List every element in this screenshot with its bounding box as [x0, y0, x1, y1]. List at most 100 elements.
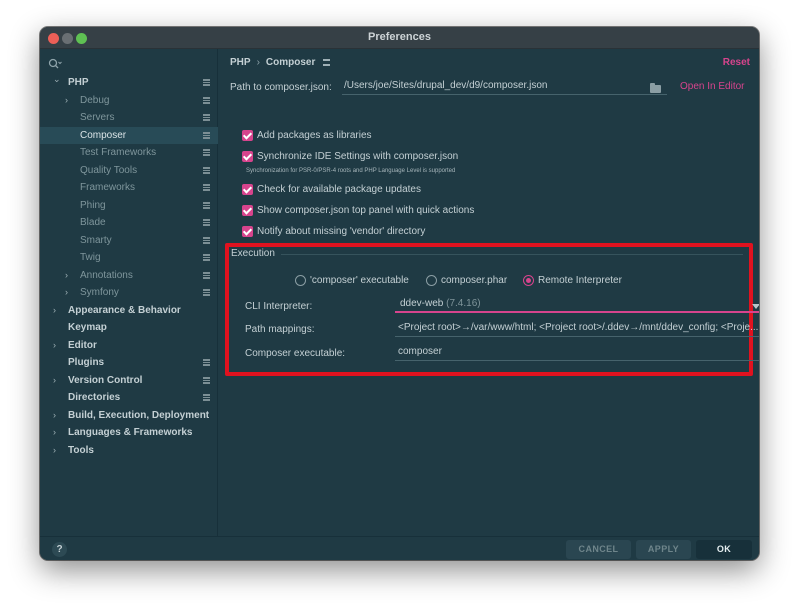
- chevron-right-icon[interactable]: ›: [53, 337, 56, 354]
- apply-button[interactable]: APPLY: [636, 540, 691, 559]
- sidebar-item-twig[interactable]: Twig: [40, 249, 218, 266]
- project-settings-icon: [203, 149, 210, 156]
- window-title: Preferences: [368, 31, 431, 43]
- composer-option-label: Check for available package updates: [257, 184, 421, 195]
- ok-button[interactable]: OK: [696, 540, 752, 559]
- checkbox-checked-icon[interactable]: [242, 130, 253, 141]
- preferences-window: Preferences ⌄ PHP › Debug Servers Composer Tes…: [40, 27, 759, 560]
- sidebar-item-composer[interactable]: Composer: [40, 126, 218, 144]
- chevron-right-icon[interactable]: ›: [53, 302, 56, 319]
- composer-json-path-input[interactable]: /Users/joe/Sites/drupal_dev/d9/composer.…: [342, 77, 667, 95]
- sidebar-item-build-execution-deployment[interactable]: › Build, Execution, Deployment: [40, 407, 218, 424]
- checkbox-checked-icon[interactable]: [242, 226, 253, 237]
- project-settings-icon: [203, 271, 210, 279]
- project-settings-icon: [203, 131, 210, 139]
- breadcrumb-php[interactable]: PHP: [230, 57, 251, 68]
- execution-mode-radio[interactable]: 'composer' executable: [295, 274, 425, 288]
- browse-folder-icon[interactable]: [650, 83, 661, 93]
- title-bar: Preferences: [40, 27, 759, 49]
- execution-divider: [281, 254, 743, 255]
- chevron-right-icon[interactable]: ›: [65, 92, 68, 109]
- composer-option-label: Add packages as libraries: [257, 130, 372, 141]
- checkbox-checked-icon[interactable]: [242, 205, 253, 216]
- sidebar-item-phing[interactable]: Phing: [40, 197, 218, 214]
- project-settings-icon: [203, 359, 210, 366]
- execution-mode-label: composer.phar: [441, 275, 508, 286]
- checkbox-checked-icon[interactable]: [242, 184, 253, 195]
- breadcrumb: PHP › Composer: [230, 57, 331, 68]
- settings-search-input[interactable]: [46, 55, 212, 73]
- sidebar-item-label: Appearance & Behavior: [68, 304, 181, 316]
- project-settings-icon: [203, 184, 210, 191]
- chevron-down-icon[interactable]: [752, 304, 759, 309]
- sidebar-item-symfony[interactable]: › Symfony: [40, 284, 218, 301]
- chevron-right-icon[interactable]: ›: [53, 372, 56, 389]
- chevron-right-icon[interactable]: ›: [53, 407, 56, 424]
- sidebar-item-tools[interactable]: › Tools: [40, 442, 218, 459]
- path-mappings-label: Path mappings:: [245, 324, 315, 335]
- chevron-right-icon[interactable]: ›: [53, 442, 56, 459]
- sidebar-item-directories[interactable]: Directories: [40, 389, 218, 406]
- sidebar-item-label: Servers: [80, 112, 115, 123]
- radio-selected-icon[interactable]: [523, 275, 534, 286]
- execution-mode-label: Remote Interpreter: [538, 275, 622, 286]
- project-settings-icon: [203, 166, 210, 174]
- sidebar-item-plugins[interactable]: Plugins: [40, 354, 218, 371]
- sidebar-item-label: Symfony: [80, 287, 119, 298]
- sidebar-item-label: Smarty: [80, 234, 112, 246]
- composer-option-label: Notify about missing 'vendor' directory: [257, 226, 426, 237]
- sidebar-item-frameworks[interactable]: Frameworks: [40, 179, 218, 196]
- composer-option-checkbox[interactable]: Check for available package updates: [242, 183, 542, 199]
- sidebar-item-annotations[interactable]: › Annotations: [40, 267, 218, 284]
- sidebar-item-label: Phing: [80, 199, 106, 211]
- sidebar-item-label: Quality Tools: [80, 164, 138, 176]
- sidebar-item-label: Twig: [80, 252, 101, 263]
- open-in-editor-link[interactable]: Open In Editor: [680, 81, 744, 92]
- sidebar-item-php[interactable]: ⌄ PHP: [40, 74, 218, 91]
- sidebar-item-smarty[interactable]: Smarty: [40, 232, 218, 249]
- project-settings-icon: [203, 376, 210, 384]
- sidebar-item-label: Editor: [68, 339, 97, 351]
- cli-interpreter-version: (7.4.16): [446, 298, 481, 309]
- composer-option-checkbox[interactable]: Add packages as libraries: [242, 129, 542, 145]
- chevron-right-icon[interactable]: ›: [53, 424, 56, 441]
- chevron-down-icon[interactable]: ⌄: [53, 71, 61, 88]
- composer-option-checkbox[interactable]: Notify about missing 'vendor' directory: [242, 225, 542, 241]
- sidebar-item-quality-tools[interactable]: Quality Tools: [40, 162, 218, 179]
- sidebar-item-label: Languages & Frameworks: [68, 427, 193, 438]
- composer-executable-input[interactable]: composer: [395, 343, 759, 361]
- sidebar-item-languages-frameworks[interactable]: › Languages & Frameworks: [40, 424, 218, 441]
- sidebar-item-label: Frameworks: [80, 182, 136, 193]
- help-button[interactable]: ?: [52, 542, 67, 557]
- radio-unselected-icon[interactable]: [426, 275, 437, 286]
- sidebar-item-keymap[interactable]: Keymap: [40, 319, 218, 336]
- sidebar-item-test-frameworks[interactable]: Test Frameworks: [40, 144, 218, 161]
- project-settings-icon: [203, 254, 210, 261]
- reset-link[interactable]: Reset: [723, 57, 750, 68]
- sidebar-item-appearance-behavior[interactable]: › Appearance & Behavior: [40, 302, 218, 319]
- execution-mode-radio[interactable]: Remote Interpreter: [523, 274, 653, 288]
- checkbox-checked-icon[interactable]: [242, 151, 253, 162]
- sidebar-item-blade[interactable]: Blade: [40, 214, 218, 231]
- sidebar-item-servers[interactable]: Servers: [40, 109, 218, 126]
- sidebar-item-editor[interactable]: › Editor: [40, 337, 218, 354]
- search-icon: [48, 58, 62, 72]
- chevron-right-icon[interactable]: ›: [65, 284, 68, 301]
- project-settings-icon: [203, 219, 210, 226]
- cancel-button[interactable]: CANCEL: [566, 540, 631, 559]
- radio-unselected-icon[interactable]: [295, 275, 306, 286]
- cli-interpreter-value: ddev-web: [400, 298, 444, 309]
- sidebar-item-label: Build, Execution, Deployment: [68, 409, 210, 421]
- composer-option-checkbox[interactable]: Show composer.json top panel with quick …: [242, 204, 542, 220]
- sidebar-item-label: Annotations: [80, 269, 133, 281]
- settings-sidebar: ⌄ PHP › Debug Servers Composer Test Frameworks…: [40, 49, 218, 536]
- sidebar-item-version-control[interactable]: › Version Control: [40, 372, 218, 389]
- chevron-right-icon[interactable]: ›: [65, 267, 68, 284]
- sidebar-item-label: Debug: [80, 94, 110, 106]
- sidebar-item-debug[interactable]: › Debug: [40, 92, 218, 109]
- cli-interpreter-select[interactable]: ddev-web (7.4.16): [395, 295, 759, 313]
- breadcrumb-composer: Composer: [265, 57, 316, 68]
- composer-option-checkbox[interactable]: Synchronize IDE Settings with composer.j…: [242, 150, 542, 166]
- project-settings-icon: [203, 96, 210, 104]
- path-mappings-input[interactable]: <Project root>→/var/www/html; <Project r…: [395, 319, 759, 337]
